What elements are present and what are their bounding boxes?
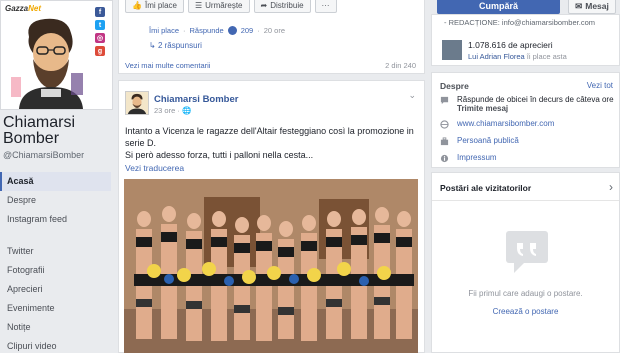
previous-post-card: 👍 Îmi place ☰ Urmărește ➦ Distribuie ··· Îm… [118, 0, 425, 74]
right-column: Cumpără ✉ Mesaj - REDACȚIONE: info@chiama… [431, 0, 620, 353]
quote-bubble-icon [506, 231, 548, 273]
brand-logo: GazzaNet [5, 4, 42, 13]
follow-button[interactable]: ☰ Urmărește [187, 0, 250, 13]
profile-portrait [11, 15, 91, 109]
info-icon [440, 154, 449, 163]
rss-icon: ☰ [194, 1, 203, 10]
post-card: Chiamarsi Bomber 23 ore · 🌐 ⌄ Intanto a … [118, 80, 425, 353]
create-post-link[interactable]: Creează o postare [432, 307, 619, 316]
about-title: Despre [440, 81, 469, 91]
sidebar-item-photos[interactable]: Fotografii [0, 261, 111, 280]
profile-cover[interactable]: GazzaNet f t ◎ g [0, 0, 113, 110]
likes-card: - REDACȚIONE: info@chiamarsibomber.com 1… [431, 14, 620, 66]
twitter-icon[interactable]: t [95, 20, 105, 30]
friend-likes-text: Lui Adrian Florea îi place asta [468, 52, 567, 61]
post-options-chevron-icon[interactable]: ⌄ [408, 90, 416, 101]
divider [432, 200, 619, 201]
briefcase-icon [440, 137, 449, 146]
sidebar-item-home[interactable]: Acasă [0, 172, 111, 191]
sidebar-item-events[interactable]: Evenimente [0, 299, 111, 318]
sidebar-item-twitter[interactable]: Twitter [0, 242, 111, 261]
visitor-posts-title[interactable]: Postări ale vizitatorilor [440, 183, 531, 193]
more-button[interactable]: ··· [314, 0, 337, 13]
redaction-contact: - REDACȚIONE: info@chiamarsibomber.com [444, 18, 595, 27]
post-time[interactable]: 23 ore · 🌐 [154, 106, 191, 115]
page-action-bar: 👍 Îmi place ☰ Urmărește ➦ Distribuie ··· [125, 0, 337, 13]
post-author[interactable]: Chiamarsi Bomber [154, 94, 238, 105]
globe-icon: 🌐 [181, 106, 192, 115]
sidebar-item-notes[interactable]: Notițe [0, 318, 111, 337]
comment-count: 2 din 240 [385, 61, 416, 70]
about-card: Despre Vezi tot Răspunde de obicei în de… [431, 72, 620, 168]
about-impressum-row: Impressum [440, 153, 497, 163]
like-page-button[interactable]: 👍 Îmi place [125, 0, 184, 13]
sidebar-item-videos[interactable]: Clipuri video [0, 337, 111, 353]
visitor-posts-empty-text: Fii primul care adaugi o postare. [468, 289, 583, 298]
about-website-row: www.chiamarsibomber.com [440, 119, 554, 129]
like-reaction-icon [227, 26, 237, 35]
chat-icon [440, 96, 449, 105]
page-name[interactable]: Chiamarsi Bomber [3, 115, 113, 147]
comment-time: 20 ore [263, 26, 286, 35]
post-photo[interactable] [124, 179, 418, 353]
reply-arrow-icon: ↳ [149, 41, 158, 50]
message-button[interactable]: ✉ Mesaj [568, 0, 616, 14]
about-category-row: Persoană publică [440, 136, 519, 146]
replies-link[interactable]: ↳ 2 răspunsuri [149, 41, 202, 50]
sidebar-item-likes[interactable]: Aprecieri [0, 280, 111, 299]
visitor-posts-card: Postări ale vizitatorilor › Fii primul c… [431, 172, 620, 353]
translate-link[interactable]: Vezi traducerea [125, 163, 184, 173]
category-link[interactable]: Persoană publică [457, 136, 519, 145]
thumbs-up-icon: 👍 [132, 1, 142, 10]
social-links: f t ◎ g [95, 7, 105, 56]
post-avatar[interactable] [125, 91, 149, 115]
buy-button[interactable]: Cumpără [437, 0, 560, 14]
see-all-link[interactable]: Vezi tot [587, 81, 613, 90]
chevron-right-icon[interactable]: › [609, 180, 613, 194]
more-comments-link[interactable]: Vezi mai multe comentarii [125, 61, 210, 70]
website-link[interactable]: www.chiamarsibomber.com [457, 119, 554, 128]
page-cta-bar: Cumpără ✉ Mesaj [431, 0, 620, 14]
globe-icon [440, 120, 449, 129]
post-text: Intanto a Vicenza le ragazze dell'Altair… [125, 126, 414, 160]
likes-count: 1.078.616 de aprecieri [468, 40, 553, 50]
sidebar-item-instagram[interactable]: Instagram feed [0, 210, 111, 242]
share-button[interactable]: ➦ Distribuie [253, 0, 311, 13]
comment-like-link[interactable]: Îmi place [149, 26, 179, 35]
impressum-link[interactable]: Impressum [457, 153, 497, 162]
messenger-icon: ✉ [575, 0, 583, 11]
google-plus-icon[interactable]: g [95, 46, 105, 56]
page-handle[interactable]: @ChiamarsiBomber [3, 150, 84, 160]
comment-reply-link[interactable]: Răspunde [190, 26, 224, 35]
profile-sidebar: GazzaNet f t ◎ g Chiamarsi Bomber @Chiam… [0, 0, 113, 353]
reaction-count[interactable]: 209 [241, 26, 254, 35]
sidebar-nav: Acasă Despre Instagram feed Twitter Foto… [0, 172, 111, 353]
news-feed: 👍 Îmi place ☰ Urmărește ➦ Distribuie ··· Îm… [118, 0, 425, 353]
about-response-row: Răspunde de obicei în decurs de câteva o… [440, 95, 614, 113]
send-message-link[interactable]: Trimite mesaj [457, 104, 614, 113]
sidebar-item-about[interactable]: Despre [0, 191, 111, 210]
facebook-icon[interactable]: f [95, 7, 105, 17]
comment-meta: Îmi place · Răspunde 209 · 20 ore [149, 26, 286, 35]
friend-avatar[interactable] [442, 40, 462, 60]
share-icon: ➦ [260, 1, 268, 10]
instagram-icon[interactable]: ◎ [95, 33, 105, 43]
